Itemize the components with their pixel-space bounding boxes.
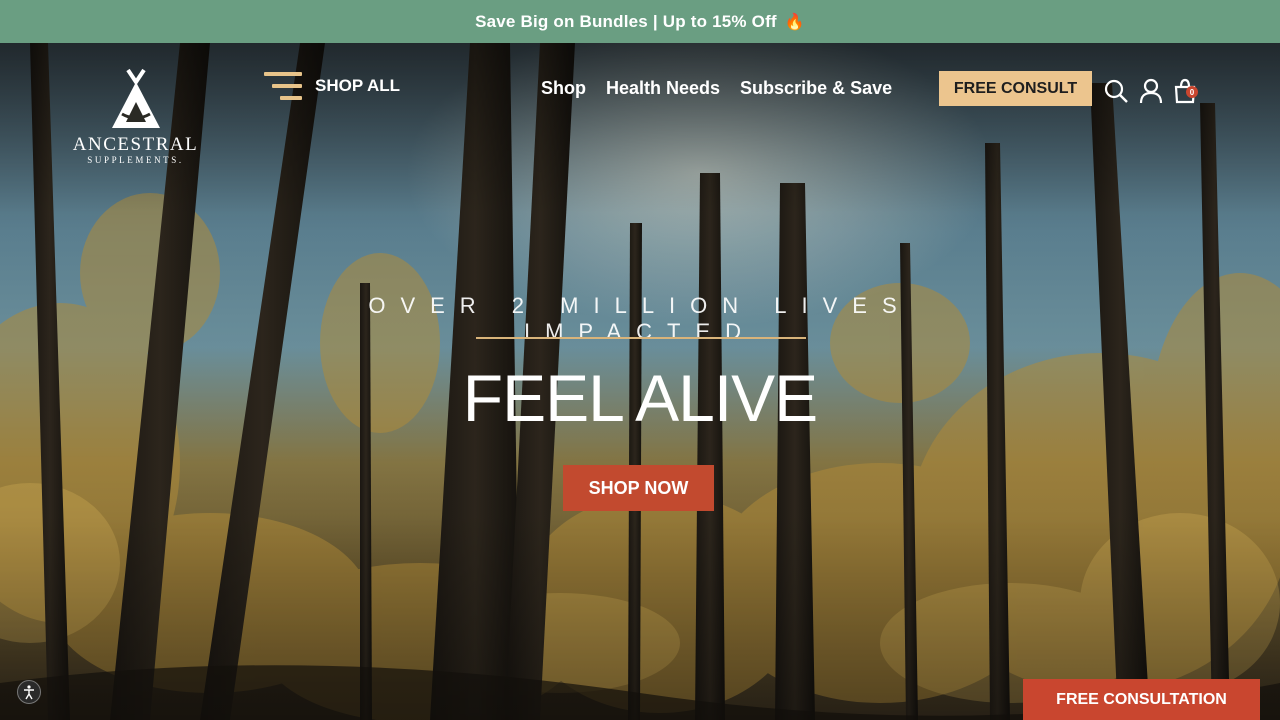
account-icon[interactable] <box>1138 78 1164 104</box>
main-nav: Shop Health Needs Subscribe & Save <box>541 78 892 99</box>
shop-all-button[interactable]: SHOP ALL <box>264 72 400 100</box>
ancestral-logo[interactable]: ANCESTRAL SUPPLEMENTS. <box>58 68 213 178</box>
search-icon[interactable] <box>1103 78 1129 104</box>
nav-health-needs[interactable]: Health Needs <box>606 78 720 99</box>
cart-count-badge: 0 <box>1186 86 1198 98</box>
logo-sub-text: SUPPLEMENTS. <box>87 155 184 165</box>
nav-shop[interactable]: Shop <box>541 78 586 99</box>
accessibility-icon[interactable] <box>17 680 41 704</box>
free-consultation-button[interactable]: FREE CONSULTATION <box>1023 679 1260 720</box>
announcement-bar[interactable]: Save Big on Bundles | Up to 15% Off 🔥 <box>0 0 1280 43</box>
logo-brand-text: ANCESTRAL <box>72 134 199 155</box>
fire-emoji: 🔥 <box>784 13 805 31</box>
menu-icon <box>264 72 302 100</box>
announcement-text[interactable]: Save Big on Bundles | Up to 15% Off <box>475 12 777 32</box>
shop-now-button[interactable]: SHOP NOW <box>563 465 714 511</box>
nav-subscribe-save[interactable]: Subscribe & Save <box>740 78 892 99</box>
free-consult-button[interactable]: FREE CONSULT <box>939 71 1092 106</box>
shop-all-label: SHOP ALL <box>315 76 401 95</box>
hero-divider <box>476 337 806 339</box>
teepee-logo-icon <box>111 68 160 128</box>
hero-headline: FEEL ALIVE <box>462 361 818 435</box>
